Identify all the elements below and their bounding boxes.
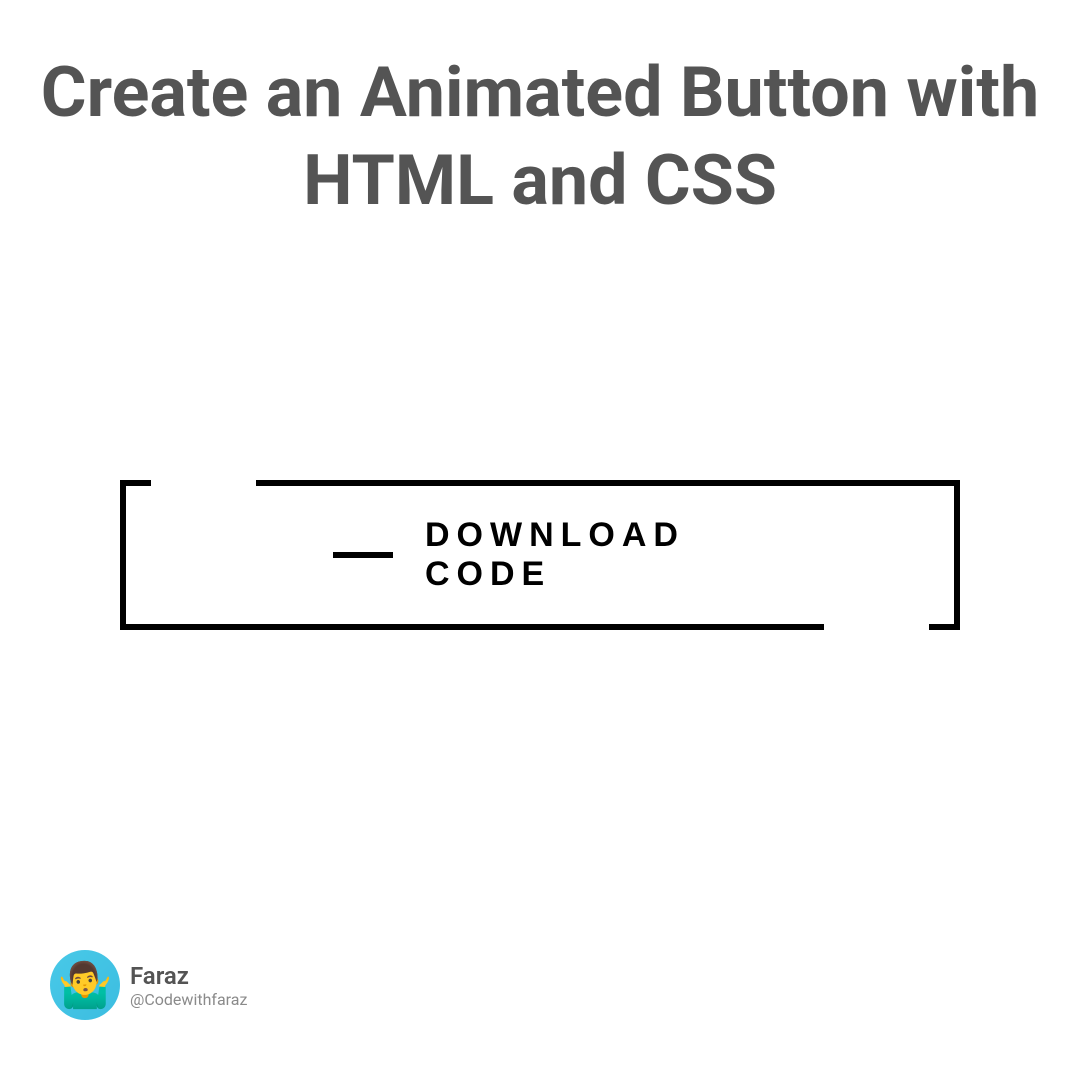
button-content: DOWNLOAD CODE: [333, 516, 747, 594]
author-handle: @Codewithfaraz: [130, 990, 247, 1009]
avatar-emoji: 🤷‍♂️: [58, 959, 113, 1011]
line-icon: [333, 552, 393, 558]
border-gap-top: [151, 478, 256, 490]
button-border: DOWNLOAD CODE: [120, 480, 960, 630]
author-section: 🤷‍♂️ Faraz @Codewithfaraz: [50, 950, 247, 1020]
author-name: Faraz: [130, 962, 247, 990]
button-label: DOWNLOAD CODE: [425, 516, 747, 594]
author-info: Faraz @Codewithfaraz: [130, 962, 247, 1009]
page-title: Create an Animated Button with HTML and …: [0, 0, 1080, 225]
border-gap-bottom: [824, 620, 929, 632]
animated-button[interactable]: DOWNLOAD CODE: [120, 480, 960, 630]
avatar: 🤷‍♂️: [50, 950, 120, 1020]
